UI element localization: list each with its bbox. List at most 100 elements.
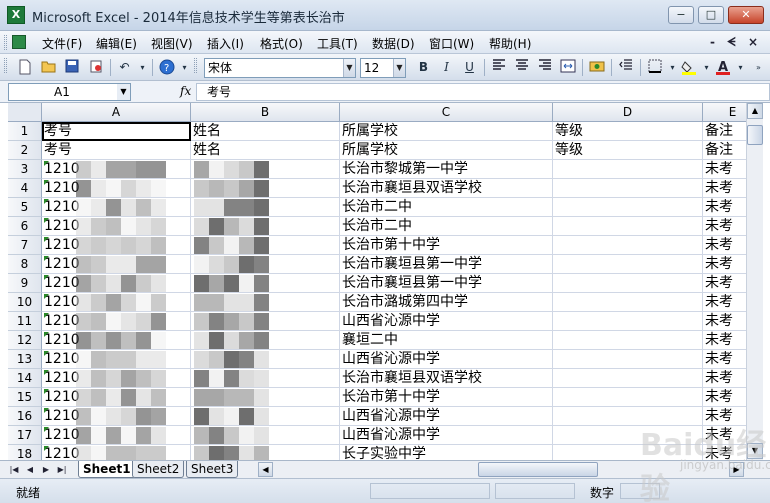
menu-insert[interactable]: 插入(I) xyxy=(207,35,244,52)
column-header-a[interactable]: A xyxy=(42,103,191,122)
cell-c[interactable]: 长治市第十中学 xyxy=(340,236,553,255)
cell-d[interactable] xyxy=(553,217,703,236)
toolbar-options-icon[interactable]: ▾ xyxy=(176,59,193,76)
column-header-d[interactable]: D xyxy=(553,103,703,122)
fill-color-dropdown-icon[interactable]: ▾ xyxy=(698,59,715,76)
next-sheet-icon[interactable]: ▶ xyxy=(40,463,52,476)
row-header[interactable]: 18 xyxy=(8,445,42,460)
toolbar-grip[interactable] xyxy=(4,58,7,73)
cell-c[interactable]: 长治市黎城第一中学 xyxy=(340,160,553,179)
cell-d[interactable] xyxy=(553,312,703,331)
cell-d[interactable] xyxy=(553,369,703,388)
scroll-left-icon[interactable]: ◀ xyxy=(258,462,273,477)
name-box[interactable]: A1 ▼ xyxy=(8,83,131,101)
menu-tools[interactable]: 工具(T) xyxy=(317,35,358,52)
borders-dropdown-icon[interactable]: ▾ xyxy=(664,59,681,76)
column-header-c[interactable]: C xyxy=(340,103,553,122)
row-header[interactable]: 4 xyxy=(8,179,42,198)
menu-file[interactable]: 文件(F) xyxy=(42,35,82,52)
cell-c[interactable]: 长治市二中 xyxy=(340,198,553,217)
doc-minimize-button[interactable]: - xyxy=(710,35,715,49)
cell-d[interactable] xyxy=(553,236,703,255)
tab-sheet2[interactable]: Sheet2 xyxy=(132,461,185,478)
cell-d[interactable] xyxy=(553,198,703,217)
underline-button[interactable]: U xyxy=(461,59,478,76)
doc-close-button[interactable]: × xyxy=(748,35,758,49)
cell-c[interactable]: 长子实验中学 xyxy=(340,445,553,460)
excel-app-icon[interactable]: X xyxy=(7,6,25,24)
minimize-button[interactable]: − xyxy=(668,6,694,24)
tab-sheet3[interactable]: Sheet3 xyxy=(186,461,239,478)
cell-d[interactable]: 等级 xyxy=(553,141,703,160)
formula-input[interactable]: 考号 xyxy=(196,83,770,101)
menu-window[interactable]: 窗口(W) xyxy=(429,35,474,52)
row-header[interactable]: 14 xyxy=(8,369,42,388)
menu-view[interactable]: 视图(V) xyxy=(151,35,193,52)
row-header[interactable]: 2 xyxy=(8,141,42,160)
cell-d[interactable] xyxy=(553,179,703,198)
horizontal-scroll-thumb[interactable] xyxy=(478,462,598,477)
row-header[interactable]: 5 xyxy=(8,198,42,217)
cell-c[interactable]: 山西省沁源中学 xyxy=(340,426,553,445)
prev-sheet-icon[interactable]: ◀ xyxy=(24,463,36,476)
bold-button[interactable]: B xyxy=(415,59,432,76)
cell-a[interactable]: 考号 xyxy=(42,141,191,160)
tab-sheet1[interactable]: Sheet1 xyxy=(78,461,136,478)
row-header[interactable]: 16 xyxy=(8,407,42,426)
cell-c[interactable]: 长治市二中 xyxy=(340,217,553,236)
cell-c[interactable]: 长治市潞城第四中学 xyxy=(340,293,553,312)
cell-c[interactable]: 山西省沁源中学 xyxy=(340,407,553,426)
currency-style-icon[interactable] xyxy=(588,59,605,76)
font-name-select[interactable]: 宋体 ▼ xyxy=(204,58,356,78)
menu-grip[interactable] xyxy=(4,35,7,50)
align-center-icon[interactable] xyxy=(513,59,530,76)
cell-d[interactable] xyxy=(553,350,703,369)
cell-d[interactable] xyxy=(553,293,703,312)
row-header[interactable]: 9 xyxy=(8,274,42,293)
save-icon[interactable] xyxy=(63,59,80,76)
cell-d[interactable] xyxy=(553,160,703,179)
menu-edit[interactable]: 编辑(E) xyxy=(96,35,137,52)
fill-color-icon[interactable] xyxy=(680,59,697,76)
select-all-corner[interactable] xyxy=(8,103,42,122)
vertical-scrollbar[interactable]: ▲ ▼ xyxy=(746,103,763,460)
font-color-dropdown-icon[interactable]: ▾ xyxy=(732,59,749,76)
cell-b[interactable]: 姓名 xyxy=(191,122,340,141)
undo-icon[interactable]: ↶ xyxy=(116,59,133,76)
cell-b[interactable]: 姓名 xyxy=(191,141,340,160)
cell-d[interactable] xyxy=(553,255,703,274)
row-header[interactable]: 15 xyxy=(8,388,42,407)
chevron-down-icon[interactable]: ▼ xyxy=(117,84,130,100)
italic-button[interactable]: I xyxy=(438,59,455,76)
merge-center-icon[interactable] xyxy=(559,59,576,76)
row-header[interactable]: 3 xyxy=(8,160,42,179)
worksheet-grid[interactable]: A B C D E 1 考号 姓名 所属学校 等级 备注 2 考号 姓名 所属学校 等级 备注 3 1210 长治市黎… xyxy=(0,103,770,460)
row-header[interactable]: 7 xyxy=(8,236,42,255)
cell-c[interactable]: 长治市第十中学 xyxy=(340,388,553,407)
row-header[interactable]: 6 xyxy=(8,217,42,236)
align-right-icon[interactable] xyxy=(536,59,553,76)
row-header[interactable]: 10 xyxy=(8,293,42,312)
cell-c[interactable]: 长治市襄垣县第一中学 xyxy=(340,255,553,274)
row-header[interactable]: 1 xyxy=(8,122,42,141)
row-header[interactable]: 17 xyxy=(8,426,42,445)
cell-c[interactable]: 所属学校 xyxy=(340,122,553,141)
font-color-icon[interactable]: A xyxy=(714,59,731,76)
cell-c[interactable]: 长治市襄垣县双语学校 xyxy=(340,369,553,388)
chevron-down-icon[interactable]: ▼ xyxy=(393,59,405,77)
chevron-down-icon[interactable]: ▼ xyxy=(343,59,355,77)
workbook-icon[interactable] xyxy=(12,35,26,49)
align-left-icon[interactable] xyxy=(490,59,507,76)
menu-help[interactable]: 帮助(H) xyxy=(489,35,531,52)
maximize-button[interactable]: □ xyxy=(698,6,724,24)
insert-function-icon[interactable]: fx xyxy=(180,84,191,98)
cell-d[interactable] xyxy=(553,388,703,407)
undo-dropdown-icon[interactable]: ▾ xyxy=(134,59,151,76)
cell-c[interactable]: 所属学校 xyxy=(340,141,553,160)
open-folder-icon[interactable] xyxy=(40,59,57,76)
borders-icon[interactable] xyxy=(646,59,663,76)
cell-c[interactable]: 山西省沁源中学 xyxy=(340,350,553,369)
decrease-indent-icon[interactable] xyxy=(617,59,634,76)
row-header[interactable]: 12 xyxy=(8,331,42,350)
row-header[interactable]: 13 xyxy=(8,350,42,369)
